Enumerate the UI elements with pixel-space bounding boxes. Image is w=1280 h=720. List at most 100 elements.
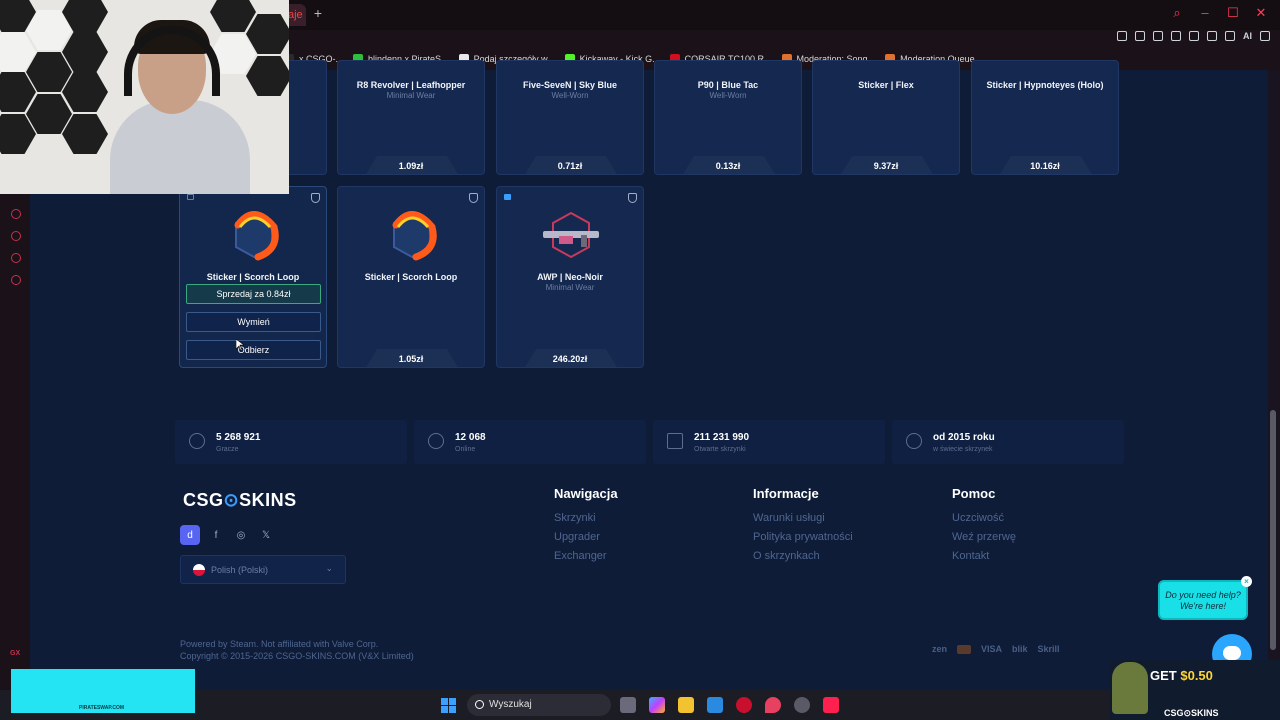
snapshot-icon[interactable] [1135, 31, 1145, 41]
instagram-icon[interactable]: ◎ [231, 525, 251, 545]
item-wear: Well-Worn [551, 91, 589, 100]
footer-link[interactable]: Warunki usługi [753, 512, 825, 524]
stat-value: 12 068 [455, 432, 486, 443]
play-icon[interactable] [1171, 31, 1181, 41]
sidebar-player-icon[interactable] [11, 209, 21, 219]
maps-pin-icon[interactable] [765, 697, 781, 713]
payment-methods: zen VISA blik Skrill [932, 644, 1060, 654]
item-card[interactable]: AWP | Neo-Noir Minimal Wear 246.20zł [496, 186, 644, 368]
sidebar-settings-icon[interactable] [11, 275, 21, 285]
item-card[interactable]: Sticker | Flex 9.37zł [812, 60, 960, 175]
menu-icon[interactable] [1260, 31, 1270, 41]
stat-value: od 2015 roku [933, 432, 995, 443]
item-name: AWP | Neo-Noir [537, 272, 603, 282]
language-label: Polish (Polski) [211, 565, 269, 575]
footer-link[interactable]: Exchanger [554, 550, 607, 562]
close-icon[interactable]: ✕ [1254, 6, 1268, 20]
facebook-icon[interactable]: f [206, 525, 226, 545]
copilot-icon[interactable] [649, 697, 665, 713]
stat-players: 5 268 921 Gracze [175, 420, 407, 464]
item-name: Sticker | Scorch Loop [364, 272, 458, 282]
stat-label: w świecie skrzynek [933, 446, 993, 453]
withdraw-button[interactable]: Odbierz [186, 340, 321, 360]
minimize-icon[interactable]: – [1198, 6, 1212, 20]
promo-widget[interactable]: GET $0.50 CSG⊙SKINS [1110, 660, 1280, 720]
hex-tile [26, 94, 72, 134]
site-logo[interactable]: CSG⊙SKINS [183, 490, 297, 511]
shield-icon[interactable] [311, 193, 320, 203]
item-card[interactable]: R8 Revolver | Leafhopper Minimal Wear 1.… [337, 60, 485, 175]
broadcast-icon [428, 433, 444, 449]
tab-title: aje [288, 9, 303, 21]
visa-logo: VISA [981, 644, 1003, 654]
weapon-image [543, 211, 599, 259]
exchange-button[interactable]: Wymień [186, 312, 321, 332]
item-price: 0.13zł [715, 161, 741, 171]
sidebar-mods-icon[interactable] [11, 253, 21, 263]
stat-label: Online [455, 446, 476, 453]
close-icon[interactable]: × [1241, 576, 1252, 587]
heart-icon[interactable] [1189, 31, 1199, 41]
shield-icon[interactable] [469, 193, 478, 203]
windows-start-icon[interactable] [441, 698, 456, 713]
item-card[interactable]: Sticker | Hypnoteyes (Holo) 10.16zł [971, 60, 1119, 175]
page-scrollbar[interactable] [1268, 70, 1280, 690]
shield-icon[interactable] [1153, 31, 1163, 41]
footer-link[interactable]: O skrzynkach [753, 550, 820, 562]
taskbar-search[interactable]: Wyszukaj [467, 694, 611, 716]
sidebar-history-icon[interactable] [11, 231, 21, 241]
task-view-icon[interactable] [620, 697, 636, 713]
file-explorer-icon[interactable] [678, 697, 694, 713]
hex-tile [210, 0, 256, 32]
footer-link[interactable]: Polityka prywatności [753, 531, 853, 543]
scroll-thumb[interactable] [1270, 410, 1276, 650]
item-wear: Minimal Wear [386, 91, 436, 100]
footer-heading: Informacje [753, 486, 819, 501]
ai-button[interactable]: AI [1243, 31, 1252, 41]
item-price: 1.05zł [398, 354, 424, 364]
x-icon[interactable]: 𝕏 [256, 525, 276, 545]
footer-link[interactable]: Uczciwość [952, 512, 1004, 524]
item-card-hovered[interactable]: Sticker | Scorch Loop Sprzedaj za 0.84zł… [179, 186, 327, 368]
item-wear: Minimal Wear [545, 283, 595, 292]
copyright-text: Copyright © 2015-2026 CSGO-SKINS.COM (V&… [180, 651, 414, 661]
discord-icon[interactable]: d [180, 525, 200, 545]
overlay-site: PIRATESWAP.COM [79, 705, 125, 711]
search-icon [475, 700, 484, 709]
opera-gx-icon[interactable] [736, 697, 752, 713]
item-card[interactable]: P90 | Blue Tac Well-Worn 0.13zł [654, 60, 802, 175]
language-select[interactable]: Polish (Polski) ⌄ [180, 555, 346, 584]
lock-icon [187, 194, 194, 200]
footer-link[interactable]: Weź przerwę [952, 531, 1016, 543]
tiktok-icon[interactable] [823, 697, 839, 713]
streamer-body [110, 100, 250, 194]
item-wear: Well-Worn [709, 91, 747, 100]
sticker-image [234, 211, 279, 261]
store-icon[interactable] [707, 697, 723, 713]
stat-value: 211 231 990 [694, 432, 750, 443]
new-tab-button[interactable]: + [311, 6, 325, 20]
pin-icon[interactable] [1117, 31, 1127, 41]
help-bubble[interactable]: Do you need help? We're here! [1158, 580, 1248, 620]
sell-button[interactable]: Sprzedaj za 0.84zł [186, 284, 321, 304]
maximize-icon[interactable]: ☐ [1226, 6, 1240, 20]
shield-icon[interactable] [628, 193, 637, 203]
footer-link[interactable]: Skrzynki [554, 512, 596, 524]
item-name: Sticker | Hypnoteyes (Holo) [986, 80, 1104, 90]
footer-link[interactable]: Upgrader [554, 531, 600, 543]
hex-tile [26, 52, 72, 92]
steam-icon[interactable] [794, 697, 810, 713]
extensions-icon[interactable] [1207, 31, 1217, 41]
item-card[interactable]: Five-SeveN | Sky Blue Well-Worn 0.71zł [496, 60, 644, 175]
mouse-cursor-icon [236, 339, 244, 351]
item-card[interactable]: Sticker | Scorch Loop 1.05zł [337, 186, 485, 368]
user-icon [189, 433, 205, 449]
promo-text: GET $0.50 [1150, 668, 1213, 683]
footer-link[interactable]: Kontakt [952, 550, 989, 562]
hex-tile [62, 114, 108, 154]
star-icon [906, 433, 922, 449]
search-icon[interactable]: ⌕ [1170, 6, 1184, 20]
item-name: P90 | Blue Tac [697, 80, 759, 90]
download-icon[interactable] [1225, 31, 1235, 41]
gx-label: GX [10, 650, 21, 657]
